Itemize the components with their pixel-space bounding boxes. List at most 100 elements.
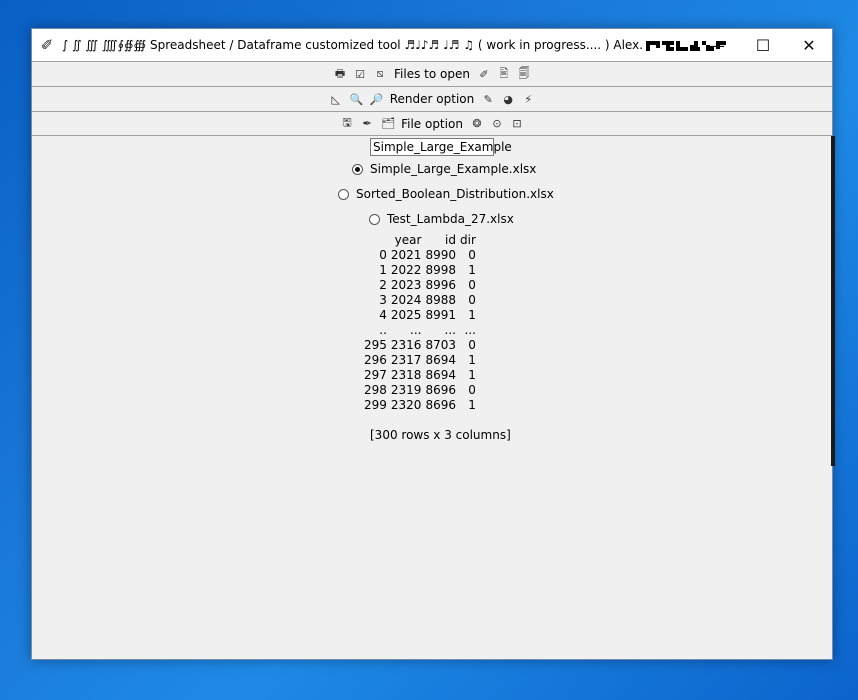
table-cell: 1 [468, 353, 476, 367]
app-window: ✐ ∫ ∬ ∭ ⨌∮∯∰ Spreadsheet / Dataframe cus… [31, 28, 835, 660]
table-cell: 8696 [425, 398, 456, 412]
table-cell: 2318 [390, 368, 422, 382]
lightning-icon[interactable]: ⚡ [522, 93, 534, 106]
row-index-cell: 298 [364, 383, 387, 397]
render-option-button[interactable]: Render option [390, 92, 474, 106]
triangle-ruler-icon[interactable]: ◺ [330, 93, 342, 106]
radio-selected-icon[interactable] [352, 163, 363, 175]
column-header-year: year [394, 233, 422, 247]
row-index-cell: 3 [379, 293, 387, 307]
dataframe-summary: [300 rows x 3 columns] [370, 428, 511, 442]
table-header-row: year id dir [362, 233, 478, 248]
table-cell: 0 [468, 248, 476, 262]
copy-icon[interactable]: 🗐 [518, 65, 530, 84]
toolbar-files-to-open: 🖶 ☑ ⧅ Files to open ✐ 🖹 🗐 [32, 61, 832, 86]
folder-icon[interactable]: 🗂 [381, 117, 395, 130]
toolbar-file-option: 🖫 ✒ 🗂 File option ❂ ⊙ ⊡ [32, 111, 832, 136]
table-cell: ... [464, 323, 476, 337]
frame-icon[interactable]: ⊡ [511, 117, 523, 130]
table-cell: 8703 [425, 338, 456, 352]
table-cell: 2319 [390, 383, 422, 397]
table-cell: ... [410, 323, 422, 337]
table-cell: 1 [468, 368, 476, 382]
table-cell: 8996 [425, 278, 456, 292]
table-row: 297 2318 8694 1 [362, 368, 478, 383]
row-index-cell: .. [379, 323, 387, 337]
radio-unselected-icon[interactable] [369, 213, 380, 225]
table-cell: 2023 [390, 278, 422, 292]
table-cell: 2022 [390, 263, 422, 277]
table-cell: 0 [468, 338, 476, 352]
window-title-text: ∫ ∬ ∭ ⨌∮∯∰ Spreadsheet / Dataframe custo… [62, 38, 644, 52]
row-index-cell: 297 [364, 368, 387, 382]
table-cell: 8696 [425, 383, 456, 397]
save-icon[interactable]: 🖫 [341, 114, 353, 133]
index-header [362, 233, 389, 248]
feather-icon: ✐ [40, 36, 54, 54]
table-row: 295 2316 8703 0 [362, 338, 478, 353]
table-cell: 2024 [390, 293, 422, 307]
table-cell: 8990 [425, 248, 456, 262]
table-cell: 1 [468, 398, 476, 412]
file-radio-label: Sorted_Boolean_Distribution.xlsx [356, 187, 554, 201]
grid-icon[interactable]: ⧅ [374, 67, 386, 81]
file-radio-simple-large[interactable]: Simple_Large_Example.xlsx [352, 162, 536, 176]
row-index-cell: 1 [379, 263, 387, 277]
row-index-cell: 296 [364, 353, 387, 367]
maximize-button[interactable]: ☐ [740, 29, 786, 61]
window-title: ∫ ∬ ∭ ⨌∮∯∰ Spreadsheet / Dataframe custo… [62, 38, 728, 52]
zoom-icon[interactable]: 🔎 [370, 93, 384, 106]
pen-icon[interactable]: ✐ [478, 68, 490, 81]
printer-icon[interactable]: 🖶 [334, 65, 346, 84]
row-index-cell: 4 [379, 308, 387, 322]
table-cell: 0 [468, 383, 476, 397]
dataframe-table: year id dir 0 2021 8990 0 1 2022 8998 1 2 2023 899… [362, 233, 478, 413]
pencil-icon[interactable]: ✎ [482, 93, 494, 106]
row-index-cell: 295 [364, 338, 387, 352]
table-cell: 1 [468, 263, 476, 277]
table-cell: 8998 [425, 263, 456, 277]
table-cell: 2316 [390, 338, 422, 352]
search-icon[interactable]: 🔍 [350, 93, 364, 106]
pen-nib-icon[interactable]: ✒ [361, 117, 373, 130]
table-row: 299 2320 8696 1 [362, 398, 478, 413]
content-area: Simple_Large_Example Simple_Large_Exampl… [32, 136, 835, 660]
table-cell: 2021 [390, 248, 422, 262]
table-row: 1 2022 8998 1 [362, 263, 478, 278]
table-cell: 8694 [425, 368, 456, 382]
files-to-open-button[interactable]: Files to open [394, 67, 470, 81]
table-cell: 2317 [390, 353, 422, 367]
table-row: 4 2025 8991 1 [362, 308, 478, 323]
file-radio-sorted-boolean[interactable]: Sorted_Boolean_Distribution.xlsx [338, 187, 554, 201]
close-button[interactable]: ✕ [786, 29, 832, 61]
file-radio-label: Simple_Large_Example.xlsx [370, 162, 537, 176]
table-row: 3 2024 8988 0 [362, 293, 478, 308]
checkbox-icon[interactable]: ☑ [354, 68, 366, 81]
table-row: 2 2023 8996 0 [362, 278, 478, 293]
column-header-dir: dir [460, 233, 476, 247]
table-cell: ... [444, 323, 456, 337]
document-icon[interactable]: 🖹 [498, 65, 510, 84]
radio-unselected-icon[interactable] [338, 188, 349, 200]
window-controls: — ☐ ✕ [694, 29, 832, 61]
vertical-scrollbar[interactable] [831, 136, 835, 466]
row-index-cell: 299 [364, 398, 387, 412]
title-bar[interactable]: ✐ ∫ ∬ ∭ ⨌∮∯∰ Spreadsheet / Dataframe cus… [32, 29, 832, 61]
table-cell: 2025 [390, 308, 422, 322]
filename-input[interactable]: Simple_Large_Example [370, 138, 512, 156]
table-cell: 2320 [390, 398, 422, 412]
table-cell: 0 [468, 293, 476, 307]
table-row: ........... [362, 323, 478, 338]
file-radio-test-lambda[interactable]: Test_Lambda_27.xlsx [369, 212, 514, 226]
table-cell: 0 [468, 278, 476, 292]
gear-icon[interactable]: ❂ [471, 117, 483, 130]
file-option-button[interactable]: File option [401, 117, 463, 131]
minimize-button[interactable]: — [694, 29, 740, 61]
palette-icon[interactable]: ◕ [502, 93, 514, 106]
table-row: 298 2319 8696 0 [362, 383, 478, 398]
target-icon[interactable]: ⊙ [491, 117, 503, 130]
table-cell: 8694 [425, 353, 456, 367]
file-radio-label: Test_Lambda_27.xlsx [387, 212, 514, 226]
toolbar-render-option: ◺ 🔍 🔎 Render option ✎ ◕ ⚡ [32, 86, 832, 111]
table-cell: 8988 [425, 293, 456, 307]
